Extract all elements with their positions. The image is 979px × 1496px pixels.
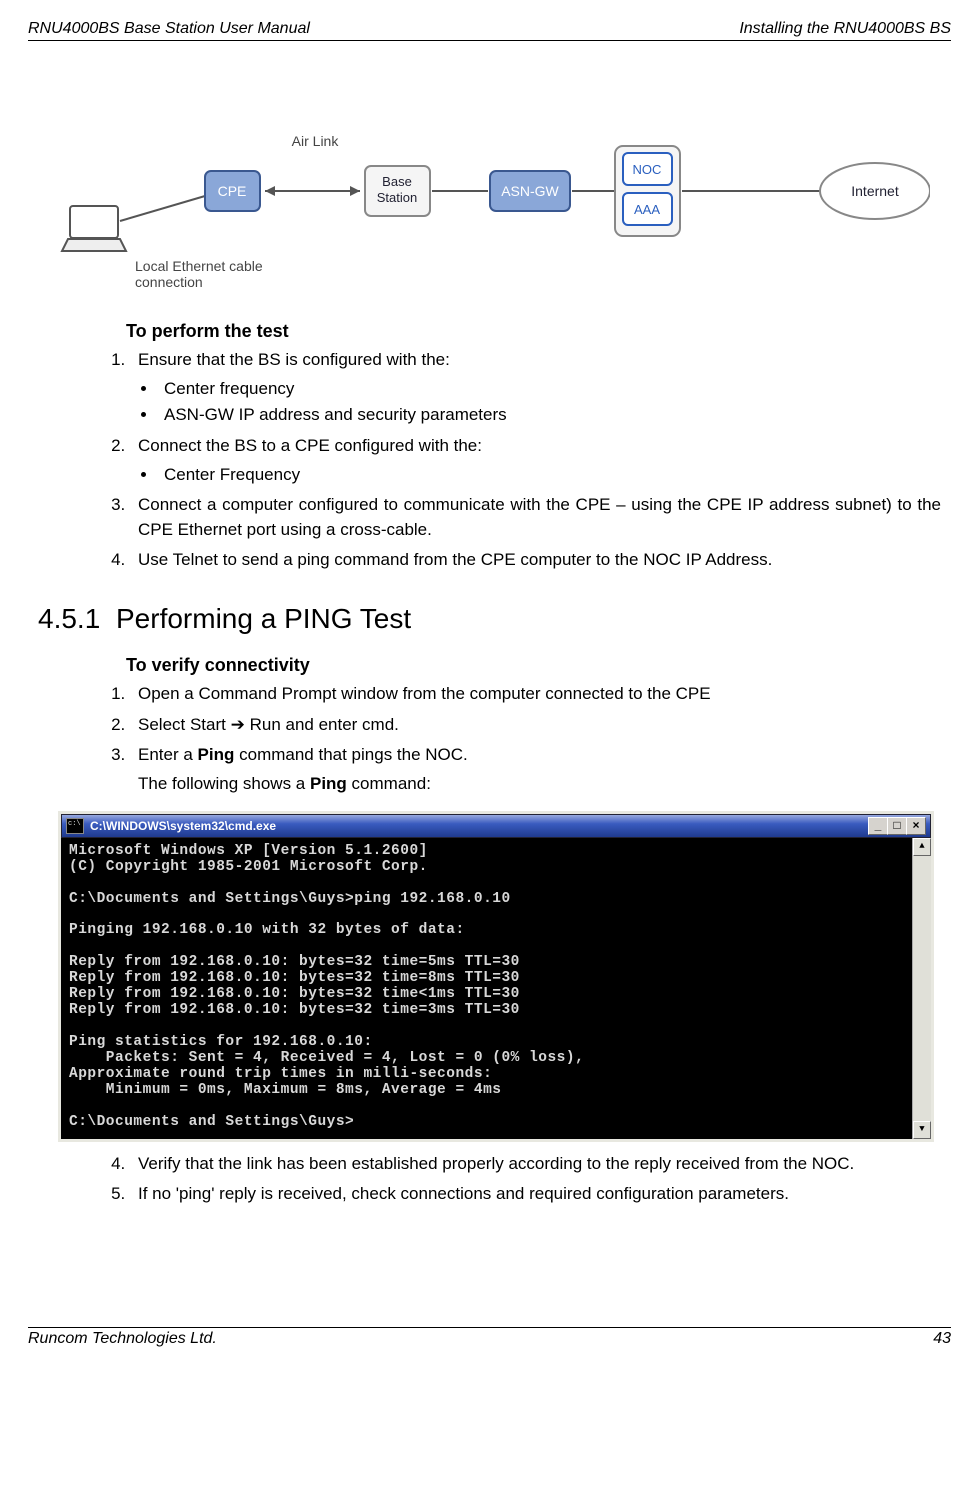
- aaa-label: AAA: [633, 202, 659, 217]
- section-number: 4.5.1: [38, 603, 116, 635]
- line-laptop-cpe: [120, 196, 205, 221]
- laptop-icon: [62, 206, 126, 251]
- verify-2: Select Start ➔ Run and enter cmd.: [130, 713, 941, 738]
- verify-2b: Run and enter cmd.: [245, 715, 399, 734]
- heading-verify-connectivity: To verify connectivity: [126, 655, 941, 676]
- verify-3c-a: The following shows a: [138, 774, 310, 793]
- page-content: Local Ethernet cable connection CPE Air …: [28, 111, 951, 1207]
- close-button[interactable]: ×: [906, 817, 926, 835]
- step-2: Connect the BS to a CPE configured with …: [130, 434, 941, 487]
- verify-4: Verify that the link has been establishe…: [130, 1152, 941, 1177]
- arrow-icon: ➔: [231, 715, 245, 734]
- cmd-icon: [66, 818, 84, 834]
- cmd-output: Microsoft Windows XP [Version 5.1.2600] …: [61, 838, 912, 1139]
- scroll-up-icon[interactable]: ▲: [913, 838, 931, 856]
- cpe-label: CPE: [217, 183, 246, 199]
- step-2a: Center Frequency: [158, 463, 941, 488]
- verify-3c-b: command:: [347, 774, 431, 793]
- verify-5: If no 'ping' reply is received, check co…: [130, 1182, 941, 1207]
- verify-2a: Select Start: [138, 715, 231, 734]
- verify-3-sub: The following shows a Ping command:: [138, 772, 941, 797]
- verify-list: Open a Command Prompt window from the co…: [130, 682, 941, 797]
- verify-3b: command that pings the NOC.: [234, 745, 467, 764]
- step-1b: ASN-GW IP address and security parameter…: [158, 403, 941, 428]
- heading-perform-test: To perform the test: [126, 321, 941, 342]
- maximize-button[interactable]: □: [887, 817, 907, 835]
- step-2-text: Connect the BS to a CPE configured with …: [138, 436, 482, 455]
- diagram-svg: Local Ethernet cable connection CPE Air …: [50, 111, 930, 291]
- asn-label: ASN-GW: [501, 183, 559, 199]
- verify-3a: Enter a: [138, 745, 198, 764]
- footer-right: 43: [933, 1330, 951, 1348]
- ping-keyword: Ping: [198, 745, 235, 764]
- step-1a: Center frequency: [158, 377, 941, 402]
- step-4: Use Telnet to send a ping command from t…: [130, 548, 941, 573]
- local-eth-label: Local Ethernet cable: [135, 258, 263, 274]
- step-3: Connect a computer configured to communi…: [130, 493, 941, 542]
- scroll-down-icon[interactable]: ▼: [913, 1121, 931, 1139]
- bs-label2: Station: [376, 190, 416, 205]
- ping-keyword-2: Ping: [310, 774, 347, 793]
- bs-label1: Base: [382, 174, 412, 189]
- cmd-scrollbar[interactable]: ▲ ▼: [912, 838, 931, 1139]
- verify-1: Open a Command Prompt window from the co…: [130, 682, 941, 707]
- step-2-sublist: Center Frequency: [158, 463, 941, 488]
- section-heading: 4.5.1Performing a PING Test: [38, 603, 941, 635]
- air-link-label: Air Link: [291, 133, 339, 149]
- page-footer: Runcom Technologies Ltd. 43: [28, 1327, 951, 1348]
- step-1-sublist: Center frequency ASN-GW IP address and s…: [158, 377, 941, 428]
- scroll-track[interactable]: [913, 856, 931, 1121]
- header-left: RNU4000BS Base Station User Manual: [28, 20, 310, 38]
- perform-test-list: Ensure that the BS is configured with th…: [130, 348, 941, 573]
- cmd-window: C:\WINDOWS\system32\cmd.exe _□× Microsof…: [58, 811, 934, 1142]
- cmd-titlebar: C:\WINDOWS\system32\cmd.exe _□×: [61, 814, 931, 838]
- minimize-button[interactable]: _: [868, 817, 888, 835]
- network-diagram: Local Ethernet cable connection CPE Air …: [38, 111, 941, 291]
- step-1: Ensure that the BS is configured with th…: [130, 348, 941, 428]
- cmd-title-text: C:\WINDOWS\system32\cmd.exe: [90, 819, 869, 833]
- section-title: Performing a PING Test: [116, 603, 411, 634]
- noc-label: NOC: [632, 162, 661, 177]
- verify-3: Enter a Ping command that pings the NOC.…: [130, 743, 941, 796]
- verify-list-cont: Verify that the link has been establishe…: [130, 1152, 941, 1207]
- cmd-body-wrap: Microsoft Windows XP [Version 5.1.2600] …: [61, 838, 931, 1139]
- page-header: RNU4000BS Base Station User Manual Insta…: [28, 20, 951, 41]
- local-eth-label2: connection: [135, 274, 203, 290]
- internet-label: Internet: [851, 183, 899, 199]
- footer-left: Runcom Technologies Ltd.: [28, 1330, 217, 1348]
- window-buttons: _□×: [869, 817, 926, 835]
- step-1-text: Ensure that the BS is configured with th…: [138, 350, 450, 369]
- header-right: Installing the RNU4000BS BS: [739, 20, 951, 38]
